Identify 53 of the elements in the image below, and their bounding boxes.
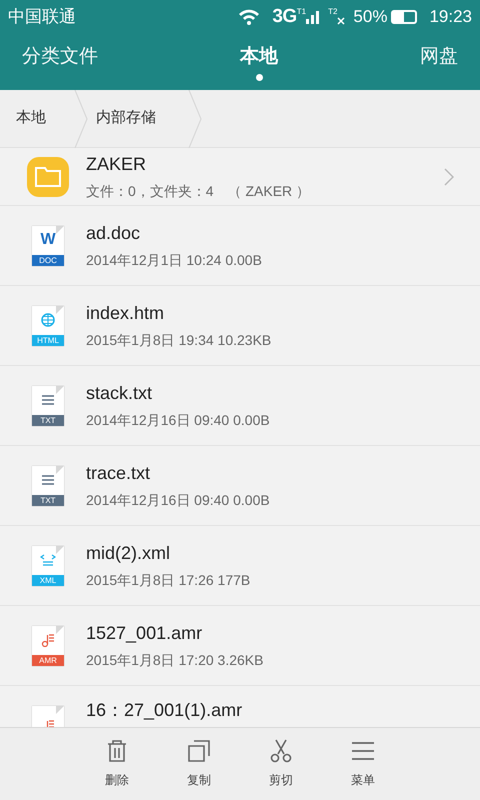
- file-name: 1527_001.amr: [86, 622, 204, 645]
- file-icon: XML: [32, 546, 64, 586]
- file-details: 2014年12月1日 10:24 0.00B: [86, 251, 263, 270]
- no-signal-icon: [337, 17, 346, 25]
- cut-button[interactable]: 剪切: [263, 739, 299, 789]
- file-name: mid(2).xml: [86, 542, 171, 565]
- sim-label: T1: [296, 6, 306, 18]
- file-name: trace.txt: [86, 462, 152, 485]
- breadcrumb-item[interactable]: 本地: [0, 107, 74, 130]
- file-name: ad.doc: [86, 222, 142, 245]
- file-name: index.htm: [86, 302, 166, 325]
- tab[interactable]: 分类文件: [22, 42, 98, 82]
- clock: 19:23: [429, 6, 472, 28]
- menu-button[interactable]: 菜单: [345, 739, 381, 789]
- file-icon: AMR: [32, 626, 64, 666]
- delete-button[interactable]: 删除: [99, 739, 135, 789]
- chevron-icon: [444, 168, 454, 186]
- sim-label: T2: [328, 6, 338, 18]
- file-details: 2014年12月16日 09:40 0.00B: [86, 411, 271, 430]
- file-icon: TXT: [32, 466, 64, 506]
- copy-icon: [187, 739, 211, 763]
- tab[interactable]: 本地: [240, 42, 278, 82]
- file-row[interactable]: W DOC ad.doc 2014年12月1日 10:24 0.00B: [0, 206, 480, 286]
- file-icon: W DOC: [32, 226, 64, 266]
- copy-button[interactable]: 复制: [181, 739, 217, 789]
- network-type: 3G: [272, 4, 297, 29]
- folder-icon: [27, 156, 69, 196]
- file-name: ZAKER: [86, 153, 148, 176]
- tab[interactable]: 网盘: [420, 42, 458, 82]
- menu-icon: [351, 739, 375, 763]
- file-icon: HTML: [32, 306, 64, 346]
- file-row[interactable]: TXT trace.txt 2014年12月16日 09:40 0.00B: [0, 446, 480, 526]
- file-icon: TXT: [32, 386, 64, 426]
- file-details: 文件：0，文件夹：4 （ ZAKER ）: [86, 182, 312, 201]
- file-row[interactable]: HTML index.htm 2015年1月8日 19:34 10.23KB: [0, 286, 480, 366]
- folder-row[interactable]: ZAKER 文件：0，文件夹：4 （ ZAKER ）: [0, 148, 480, 206]
- breadcrumb-item[interactable]: 内部存储: [88, 107, 188, 130]
- file-row[interactable]: TXT stack.txt 2014年12月16日 09:40 0.00B: [0, 366, 480, 446]
- file-details: 2014年12月16日 09:40 0.00B: [86, 491, 271, 510]
- file-name: stack.txt: [86, 382, 154, 405]
- file-row[interactable]: XML mid(2).xml 2015年1月8日 17:26 177B: [0, 526, 480, 606]
- battery-icon: [391, 10, 418, 24]
- file-name: 16：27_001(1).amr: [86, 699, 244, 722]
- carrier-name: 中国联通: [8, 6, 76, 28]
- wifi-icon: [238, 9, 260, 25]
- file-details: 2015年1月8日 17:20 3.26KB: [86, 651, 264, 670]
- file-details: 2015年1月8日 19:34 10.23KB: [86, 331, 272, 350]
- scissors-icon: [269, 739, 293, 763]
- trash-icon: [105, 739, 129, 763]
- file-row[interactable]: AMR 1527_001.amr 2015年1月8日 17:20 3.26KB: [0, 606, 480, 686]
- file-details: 2015年1月8日 17:26 177B: [86, 571, 252, 590]
- battery-percent: 50%: [353, 6, 388, 28]
- signal-icon: [306, 10, 320, 24]
